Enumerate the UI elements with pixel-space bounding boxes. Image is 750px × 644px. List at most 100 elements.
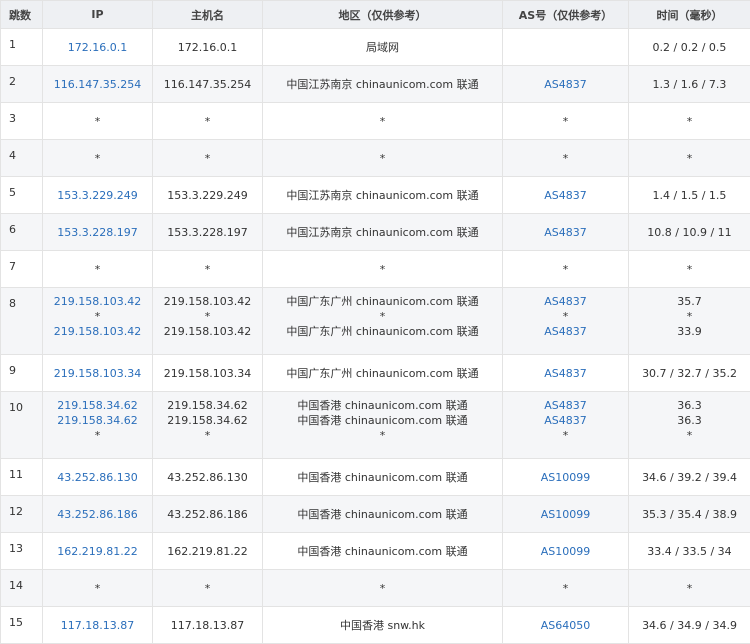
hostname-text: * — [153, 262, 262, 277]
ip-text: * — [43, 428, 152, 443]
time-text: 34.6 / 39.2 / 39.4 — [629, 470, 750, 485]
as-link[interactable]: AS10099 — [503, 544, 628, 559]
as-link[interactable]: AS4837 — [503, 324, 628, 339]
hop-cell: 7 — [1, 251, 43, 288]
ip-link[interactable]: 117.18.13.87 — [43, 618, 152, 633]
as-text: * — [503, 114, 628, 129]
ip-link[interactable]: 43.252.86.130 — [43, 470, 152, 485]
ip-text: * — [43, 309, 152, 324]
time-cell: 35.7*33.9 — [629, 288, 750, 355]
as-text: * — [503, 309, 628, 324]
time-cell: 30.7 / 32.7 / 35.2 — [629, 355, 750, 392]
hostname-cell: 172.16.0.1 — [153, 29, 263, 66]
ip-cell: 43.252.86.130 — [43, 459, 153, 496]
as-link[interactable]: AS4837 — [503, 366, 628, 381]
ip-link[interactable]: 172.16.0.1 — [43, 40, 152, 55]
hostname-cell: 117.18.13.87 — [153, 607, 263, 644]
table-row: 10219.158.34.62219.158.34.62*219.158.34.… — [1, 392, 750, 459]
ip-link[interactable]: 219.158.34.62 — [43, 398, 152, 413]
ip-link[interactable]: 219.158.103.42 — [43, 294, 152, 309]
header-as: AS号（仅供参考） — [503, 1, 629, 29]
as-link[interactable]: AS4837 — [503, 77, 628, 92]
region-cell: 中国江苏南京 chinaunicom.com 联通 — [263, 177, 503, 214]
time-cell: 33.4 / 33.5 / 34 — [629, 533, 750, 570]
ip-cell: 153.3.229.249 — [43, 177, 153, 214]
as-link[interactable]: AS64050 — [503, 618, 628, 633]
region-cell: * — [263, 570, 503, 607]
hop-cell: 10 — [1, 392, 43, 459]
region-text: 中国广东广州 chinaunicom.com 联通 — [263, 366, 502, 381]
time-text: * — [629, 151, 750, 166]
as-link[interactable]: AS10099 — [503, 470, 628, 485]
ip-link[interactable]: 219.158.103.34 — [43, 366, 152, 381]
region-cell: 中国江苏南京 chinaunicom.com 联通 — [263, 214, 503, 251]
time-text: 0.2 / 0.2 / 0.5 — [629, 40, 750, 55]
time-text: * — [629, 114, 750, 129]
as-cell: AS10099 — [503, 533, 629, 570]
ip-link[interactable]: 219.158.103.42 — [43, 324, 152, 339]
hop-cell: 4 — [1, 140, 43, 177]
as-cell: AS4837 — [503, 177, 629, 214]
hop-cell: 6 — [1, 214, 43, 251]
as-link[interactable]: AS4837 — [503, 413, 628, 428]
as-cell: AS64050 — [503, 607, 629, 644]
hop-cell: 11 — [1, 459, 43, 496]
ip-link[interactable]: 116.147.35.254 — [43, 77, 152, 92]
hostname-cell: 219.158.103.42*219.158.103.42 — [153, 288, 263, 355]
time-cell: * — [629, 103, 750, 140]
region-text: * — [263, 151, 502, 166]
table-row: 14***** — [1, 570, 750, 607]
as-text: * — [503, 262, 628, 277]
as-cell — [503, 29, 629, 66]
ip-link[interactable]: 153.3.228.197 — [43, 225, 152, 240]
region-cell: 中国香港 chinaunicom.com 联通 — [263, 533, 503, 570]
table-header-row: 跳数 IP 主机名 地区（仅供参考） AS号（仅供参考） 时间（毫秒） — [1, 1, 750, 29]
as-text: * — [503, 151, 628, 166]
hostname-cell: * — [153, 570, 263, 607]
hostname-cell: 162.219.81.22 — [153, 533, 263, 570]
hostname-cell: 43.252.86.186 — [153, 496, 263, 533]
time-text: 34.6 / 34.9 / 34.9 — [629, 618, 750, 633]
ip-cell: * — [43, 570, 153, 607]
ip-cell: * — [43, 140, 153, 177]
region-cell: 中国香港 chinaunicom.com 联通 — [263, 496, 503, 533]
region-text: 局域网 — [263, 40, 502, 55]
hostname-cell: * — [153, 251, 263, 288]
ip-cell: 43.252.86.186 — [43, 496, 153, 533]
as-link[interactable]: AS4837 — [503, 398, 628, 413]
ip-link[interactable]: 153.3.229.249 — [43, 188, 152, 203]
region-cell: 中国广东广州 chinaunicom.com 联通*中国广东广州 chinaun… — [263, 288, 503, 355]
as-cell: * — [503, 103, 629, 140]
as-cell: AS10099 — [503, 459, 629, 496]
region-text: * — [263, 309, 502, 324]
hop-cell: 13 — [1, 533, 43, 570]
time-text: * — [629, 309, 750, 324]
region-text: * — [263, 581, 502, 596]
as-link[interactable]: AS4837 — [503, 294, 628, 309]
hostname-cell: 219.158.103.34 — [153, 355, 263, 392]
hop-cell: 14 — [1, 570, 43, 607]
hostname-cell: 153.3.229.249 — [153, 177, 263, 214]
hostname-cell: 43.252.86.130 — [153, 459, 263, 496]
hostname-text: 219.158.103.42 — [153, 324, 262, 339]
hostname-text: 153.3.228.197 — [153, 225, 262, 240]
ip-link[interactable]: 219.158.34.62 — [43, 413, 152, 428]
ip-cell: * — [43, 103, 153, 140]
region-text: 中国江苏南京 chinaunicom.com 联通 — [263, 225, 502, 240]
region-text: * — [263, 428, 502, 443]
header-ip: IP — [43, 1, 153, 29]
ip-cell: 162.219.81.22 — [43, 533, 153, 570]
as-link[interactable]: AS4837 — [503, 188, 628, 203]
hostname-text: * — [153, 114, 262, 129]
time-cell: 36.336.3* — [629, 392, 750, 459]
region-text: 中国香港 chinaunicom.com 联通 — [263, 413, 502, 428]
table-row: 9219.158.103.34219.158.103.34中国广东广州 chin… — [1, 355, 750, 392]
table-row: 1143.252.86.13043.252.86.130中国香港 chinaun… — [1, 459, 750, 496]
ip-text: * — [43, 151, 152, 166]
table-row: 8219.158.103.42*219.158.103.42219.158.10… — [1, 288, 750, 355]
ip-link[interactable]: 162.219.81.22 — [43, 544, 152, 559]
as-link[interactable]: AS4837 — [503, 225, 628, 240]
time-text: * — [629, 262, 750, 277]
as-cell: * — [503, 251, 629, 288]
table-row: 7***** — [1, 251, 750, 288]
